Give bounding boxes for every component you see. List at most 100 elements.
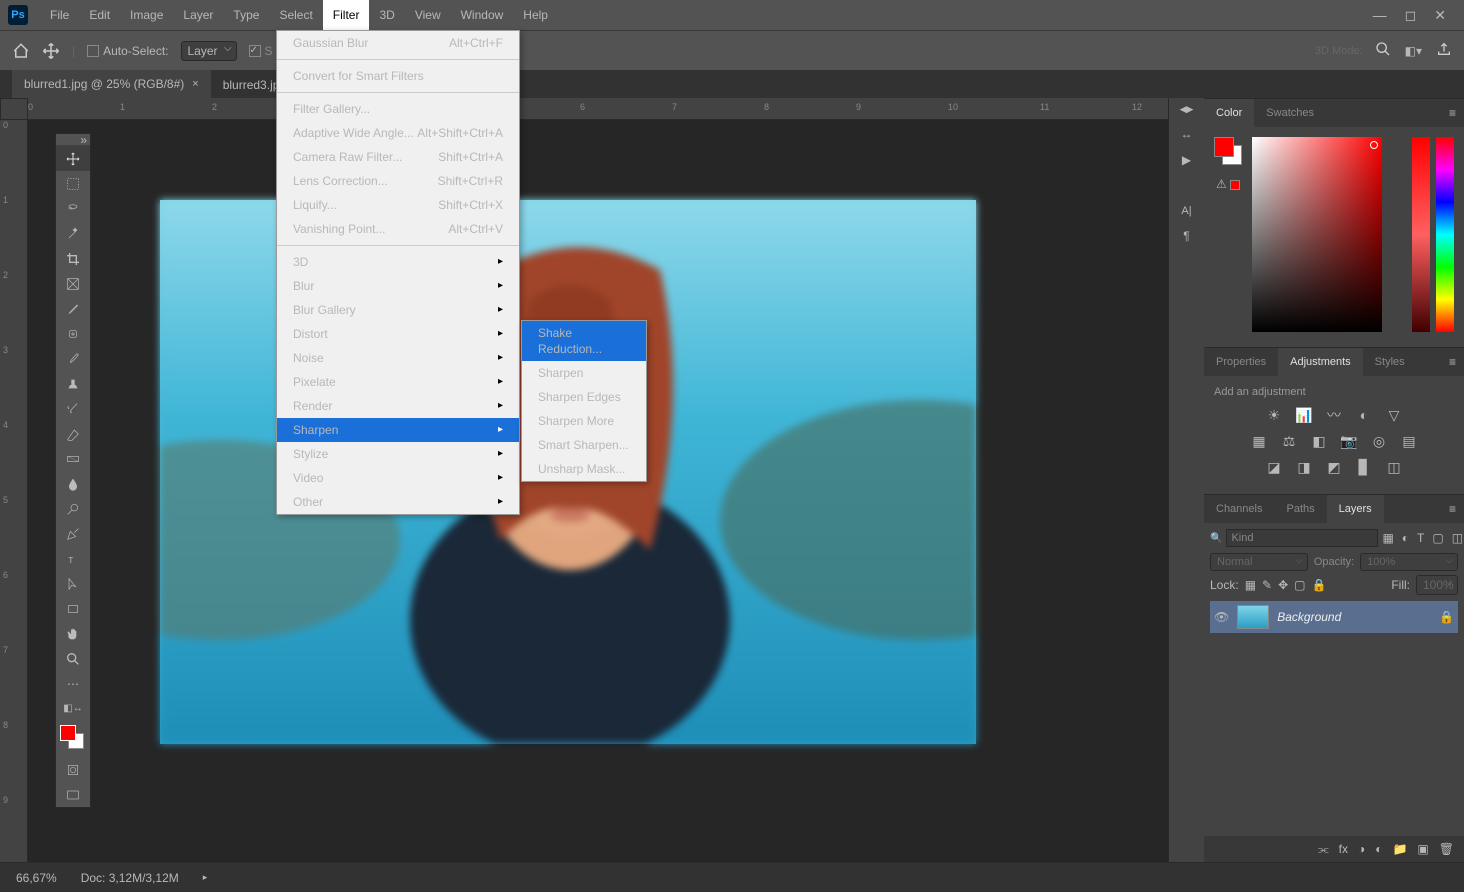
balance-icon[interactable]: ⚖ [1279, 432, 1299, 450]
new-layer-icon[interactable]: ▣ [1417, 842, 1428, 856]
layer-background[interactable]: 👁 Background 🔒 [1210, 601, 1458, 633]
filter-adj-icon[interactable]: ◐ [1402, 531, 1409, 545]
quick-mask-icon[interactable] [56, 757, 90, 782]
color-picker[interactable]: ⚠ [1204, 127, 1464, 347]
workspace-icon[interactable]: ◧▾ [1405, 44, 1422, 58]
menu-edit[interactable]: Edit [79, 0, 120, 30]
tab-properties[interactable]: Properties [1204, 348, 1278, 376]
filter-menu-item[interactable]: Gaussian BlurAlt+Ctrl+F [277, 31, 519, 55]
frame-tool[interactable] [56, 271, 90, 296]
show-transform-checkbox[interactable]: S [249, 44, 273, 58]
move-tool-icon[interactable] [42, 42, 60, 60]
minimize-icon[interactable]: — [1373, 7, 1387, 24]
filter-menu-item[interactable]: Blur [277, 274, 519, 298]
tool-panel-collapse[interactable]: » [56, 134, 90, 146]
edit-toolbar[interactable]: ◧↔ [56, 696, 90, 721]
blend-mode-dropdown[interactable]: Normal [1210, 553, 1308, 571]
filter-menu-item[interactable]: Pixelate [277, 370, 519, 394]
screen-mode-icon[interactable] [56, 782, 90, 807]
filter-smart-icon[interactable]: ◫ [1452, 531, 1463, 545]
filter-menu-item[interactable]: Filter Gallery... [277, 97, 519, 121]
posterize-icon[interactable]: ◨ [1294, 458, 1314, 476]
filter-menu-item[interactable]: Noise [277, 346, 519, 370]
history-icon[interactable]: ↔ [1181, 127, 1193, 141]
zoom-tool[interactable] [56, 646, 90, 671]
layer-fx-icon[interactable]: fx [1339, 842, 1348, 856]
filter-menu-item[interactable]: Video [277, 466, 519, 490]
filter-menu-item[interactable]: Convert for Smart Filters [277, 64, 519, 88]
healing-tool[interactable] [56, 321, 90, 346]
invert-icon[interactable]: ◪ [1264, 458, 1284, 476]
visibility-icon[interactable]: 👁 [1214, 610, 1229, 624]
eyedropper-tool[interactable] [56, 296, 90, 321]
search-icon[interactable] [1375, 41, 1391, 60]
character-icon[interactable]: A| [1181, 205, 1191, 217]
vibrance-icon[interactable]: ▽ [1384, 406, 1404, 424]
filter-menu-item[interactable]: Adaptive Wide Angle...Alt+Shift+Ctrl+A [277, 121, 519, 145]
filter-type-icon[interactable]: T [1417, 531, 1424, 545]
path-select-tool[interactable] [56, 571, 90, 596]
marquee-tool[interactable] [56, 171, 90, 196]
menu-3d[interactable]: 3D [369, 0, 404, 30]
saturation-strip[interactable] [1412, 137, 1430, 332]
delete-layer-icon[interactable]: 🗑 [1439, 842, 1454, 856]
clone-stamp-tool[interactable] [56, 371, 90, 396]
lock-all-icon[interactable]: 🔒 [1312, 578, 1327, 592]
paragraph-icon[interactable]: ¶ [1183, 229, 1189, 243]
zoom-level[interactable]: 66,67% [16, 871, 57, 885]
color-field[interactable] [1252, 137, 1382, 332]
lasso-tool[interactable] [56, 196, 90, 221]
more-tools[interactable]: ⋯ [56, 671, 90, 696]
menu-help[interactable]: Help [513, 0, 558, 30]
filter-menu-item[interactable]: Render [277, 394, 519, 418]
filter-menu-item[interactable]: Distort [277, 322, 519, 346]
filter-menu-item[interactable]: Camera Raw Filter...Shift+Ctrl+A [277, 145, 519, 169]
opacity-field[interactable]: 100% [1360, 553, 1458, 571]
autoselect-target-dropdown[interactable]: Layer [181, 41, 237, 61]
filter-menu-item[interactable]: Liquify...Shift+Ctrl+X [277, 193, 519, 217]
layer-name[interactable]: Background [1277, 610, 1341, 624]
autoselect-checkbox[interactable]: Auto-Select: [87, 44, 168, 58]
panel-menu-icon[interactable]: ≡ [1441, 106, 1464, 120]
close-tab-icon[interactable]: × [192, 78, 198, 90]
menu-layer[interactable]: Layer [173, 0, 223, 30]
eraser-tool[interactable] [56, 421, 90, 446]
brightness-icon[interactable]: ☀ [1264, 406, 1284, 424]
gradient-tool[interactable] [56, 446, 90, 471]
link-layers-icon[interactable]: ⫘ [1318, 842, 1329, 857]
lock-paint-icon[interactable]: ✎ [1262, 578, 1272, 592]
tab-adjustments[interactable]: Adjustments [1278, 348, 1363, 376]
tab-paths[interactable]: Paths [1274, 495, 1326, 523]
sharpen-submenu-item[interactable]: Unsharp Mask... [522, 457, 646, 481]
filter-shape-icon[interactable]: ▢ [1432, 531, 1443, 545]
threshold-icon[interactable]: ◩ [1324, 458, 1344, 476]
share-icon[interactable] [1436, 41, 1452, 60]
menu-filter[interactable]: Filter [323, 0, 370, 30]
ruler-vertical[interactable]: 012345678910 [0, 120, 28, 862]
history-brush-tool[interactable] [56, 396, 90, 421]
hue-icon[interactable]: ▦ [1249, 432, 1269, 450]
lock-pixels-icon[interactable]: ▦ [1245, 578, 1256, 592]
filter-menu-item[interactable]: Lens Correction...Shift+Ctrl+R [277, 169, 519, 193]
blur-tool[interactable] [56, 471, 90, 496]
layer-kind-filter[interactable] [1226, 529, 1378, 547]
hue-strip[interactable] [1436, 137, 1454, 332]
maximize-icon[interactable]: ◻ [1405, 7, 1417, 24]
levels-icon[interactable]: 📊 [1294, 406, 1314, 424]
doc-size[interactable]: Doc: 3,12M/3,12M [81, 871, 179, 885]
photo-filter-icon[interactable]: 📷 [1339, 432, 1359, 450]
tab-color[interactable]: Color [1204, 99, 1254, 127]
menu-image[interactable]: Image [120, 0, 173, 30]
dodge-tool[interactable] [56, 496, 90, 521]
lookup-icon[interactable]: ▤ [1399, 432, 1419, 450]
layer-mask-icon[interactable]: ◑ [1358, 842, 1365, 856]
menu-view[interactable]: View [405, 0, 451, 30]
panel-menu-icon[interactable]: ≡ [1441, 502, 1464, 516]
filter-pixel-icon[interactable]: ▦ [1382, 531, 1393, 545]
curves-icon[interactable]: 〰 [1324, 406, 1344, 424]
gradient-map-icon[interactable]: ▊ [1354, 458, 1374, 476]
sharpen-submenu-item[interactable]: Smart Sharpen... [522, 433, 646, 457]
tab-channels[interactable]: Channels [1204, 495, 1274, 523]
menu-select[interactable]: Select [269, 0, 322, 30]
tab-swatches[interactable]: Swatches [1254, 99, 1326, 127]
